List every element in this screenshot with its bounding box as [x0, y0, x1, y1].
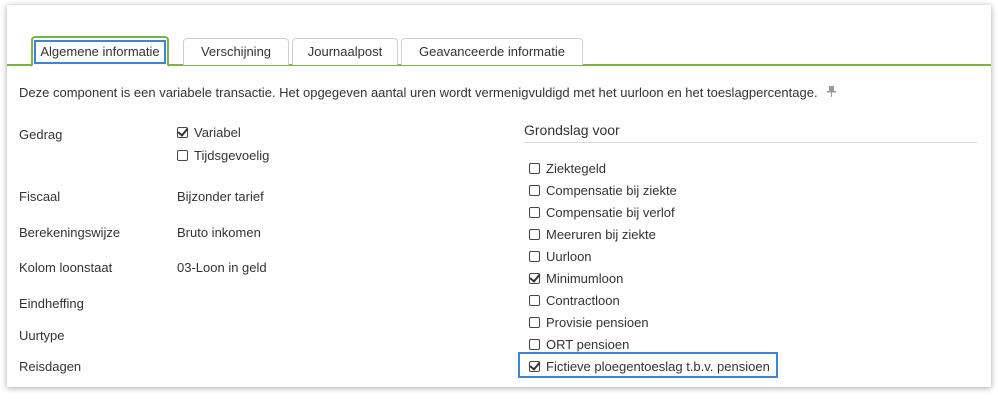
checkbox-checked-icon[interactable] [529, 273, 540, 285]
grondslag-title: Grondslag voor [524, 122, 620, 138]
pin-icon[interactable] [827, 86, 837, 100]
checkbox-icon[interactable] [529, 317, 540, 329]
grondslag-label: Compensatie bij ziekte [546, 183, 677, 198]
grondslag-label: Provisie pensioen [546, 315, 649, 330]
grondslag-minimumloon[interactable]: Minimumloon [529, 271, 623, 286]
option-tijdsgevoelig[interactable]: Tijdsgevoelig [177, 148, 269, 163]
grondslag-ziektegeld[interactable]: Ziektegeld [529, 161, 606, 176]
tab-label: Verschijning [200, 44, 272, 59]
label-fiscaal: Fiscaal [19, 189, 61, 204]
value-berekeningswijze: Bruto inkomen [177, 225, 261, 240]
label-berekeningswijze: Berekeningswijze [19, 225, 121, 240]
checkbox-icon[interactable] [529, 229, 540, 241]
checkbox-icon[interactable] [529, 251, 540, 263]
value-fiscaal: Bijzonder tarief [177, 189, 264, 204]
grondslag-label: Minimumloon [546, 271, 624, 286]
tab-label: Journaalpost [307, 44, 383, 59]
grondslag-label: Contractloon [546, 293, 620, 308]
description-text: Deze component is een variabele transact… [19, 85, 818, 100]
tab-algemene-informatie[interactable]: Algemene informatie [31, 36, 169, 67]
option-label: Variabel [194, 125, 241, 140]
label-eindheffing: Eindheffing [19, 296, 84, 311]
label-gedrag: Gedrag [19, 127, 63, 142]
grondslag-contractloon[interactable]: Contractloon [529, 293, 620, 308]
grondslag-ort-pensioen[interactable]: ORT pensioen [529, 337, 629, 352]
value-kolom-loonstaat: 03-Loon in geld [177, 260, 267, 275]
checkbox-icon[interactable] [529, 339, 540, 351]
grondslag-label: Compensatie bij verlof [546, 205, 675, 220]
section-divider [524, 142, 978, 143]
grondslag-label: Uurloon [546, 249, 592, 264]
option-variabel[interactable]: Variabel [177, 125, 241, 140]
component-panel: Algemene informatie Verschijning Journaa… [7, 5, 991, 387]
checkbox-icon[interactable] [529, 163, 540, 175]
tab-verschijning[interactable]: Verschijning [183, 38, 289, 65]
grondslag-label: ORT pensioen [546, 337, 630, 352]
grondslag-meeruren-bij-ziekte[interactable]: Meeruren bij ziekte [529, 227, 656, 242]
tab-label: Algemene informatie [34, 40, 166, 64]
grondslag-uurloon[interactable]: Uurloon [529, 249, 592, 264]
grondslag-compensatie-bij-ziekte[interactable]: Compensatie bij ziekte [529, 183, 677, 198]
checkbox-checked-icon[interactable] [177, 127, 188, 139]
component-description: Deze component is een variabele transact… [19, 85, 837, 100]
tab-journaalpost[interactable]: Journaalpost [292, 38, 398, 65]
grondslag-label: Meeruren bij ziekte [546, 227, 656, 242]
checkbox-icon[interactable] [529, 295, 540, 307]
checkbox-icon[interactable] [529, 207, 540, 219]
checkbox-icon[interactable] [177, 150, 188, 162]
grondslag-provisie-pensioen[interactable]: Provisie pensioen [529, 315, 649, 330]
grondslag-label: Ziektegeld [546, 161, 606, 176]
label-uurtype: Uurtype [19, 328, 65, 343]
label-reisdagen: Reisdagen [19, 359, 82, 374]
highlight-box [518, 352, 778, 378]
checkbox-icon[interactable] [529, 185, 540, 197]
grondslag-compensatie-bij-verlof[interactable]: Compensatie bij verlof [529, 205, 675, 220]
tab-label: Geavanceerde informatie [419, 44, 565, 59]
tab-geavanceerde-informatie[interactable]: Geavanceerde informatie [401, 38, 583, 65]
option-label: Tijdsgevoelig [194, 148, 270, 163]
label-kolom-loonstaat: Kolom loonstaat [19, 260, 113, 275]
